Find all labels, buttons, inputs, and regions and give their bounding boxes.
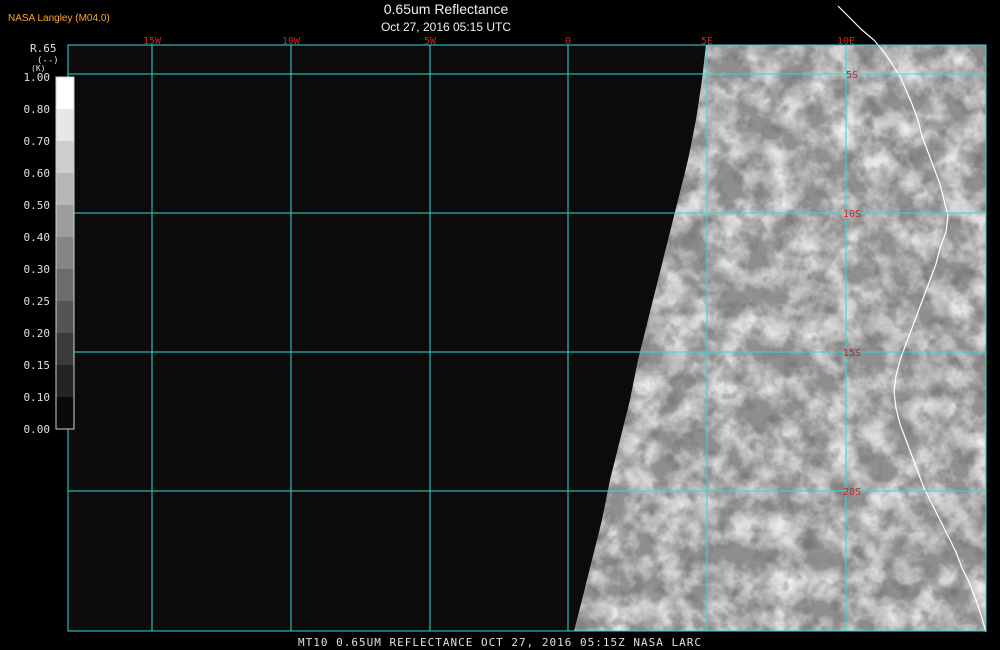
colorbar-swatch	[56, 77, 74, 110]
colorbar-swatch	[56, 141, 74, 174]
longitude-label: 0	[565, 36, 571, 47]
longitude-label: 10E	[837, 36, 855, 47]
colorbar-swatch	[56, 269, 74, 302]
longitude-label: 10W	[282, 36, 301, 47]
colorbar-swatch	[56, 237, 74, 270]
latitude-label: 15S	[843, 348, 861, 359]
colorbar-tick-label: 0.80	[24, 103, 51, 116]
colorbar-variable: R.65	[30, 42, 57, 55]
image-footer-caption: MT10 0.65UM REFLECTANCE OCT 27, 2016 05:…	[298, 636, 702, 649]
reflectance-colorbar: R.65 (--) (K) 1.000.800.700.600.500.400.…	[24, 42, 75, 436]
longitude-label: 5E	[701, 36, 713, 47]
colorbar-tick-label: 0.10	[24, 391, 51, 404]
colorbar-tick-label: 0.40	[24, 231, 51, 244]
colorbar-tick-label: 0.25	[24, 295, 51, 308]
longitude-label: 15W	[143, 36, 162, 47]
colorbar-tick-label: 0.70	[24, 135, 51, 148]
colorbar-tick-label: 0.30	[24, 263, 51, 276]
latitude-label: 20S	[843, 487, 861, 498]
colorbar-swatch	[56, 397, 74, 430]
satellite-map: 15W 10W 5W 0 5E 10E 5S10S15S20S R.65 (--) (K)…	[24, 5, 987, 633]
colorbar-swatch	[56, 173, 74, 206]
colorbar-tick-label: 0.15	[24, 359, 51, 372]
colorbar-tick-label: 0.50	[24, 199, 51, 212]
colorbar-swatch	[56, 109, 74, 142]
latitude-label: 5S	[846, 70, 858, 81]
latitude-label: 10S	[843, 209, 861, 220]
colorbar-tick-label: 0.20	[24, 327, 51, 340]
colorbar-swatch	[56, 365, 74, 398]
colorbar-tick-label: 0.60	[24, 167, 51, 180]
colorbar-tick-label: 1.00	[24, 71, 51, 84]
colorbar-swatch	[56, 333, 74, 366]
satellite-image-viewer: NASA Langley (M04.0) 0.65um Reflectance …	[0, 0, 1000, 650]
colorbar-swatch	[56, 301, 74, 334]
longitude-label: 5W	[424, 36, 437, 47]
colorbar-swatch	[56, 205, 74, 238]
colorbar-tick-label: 0.00	[24, 423, 51, 436]
